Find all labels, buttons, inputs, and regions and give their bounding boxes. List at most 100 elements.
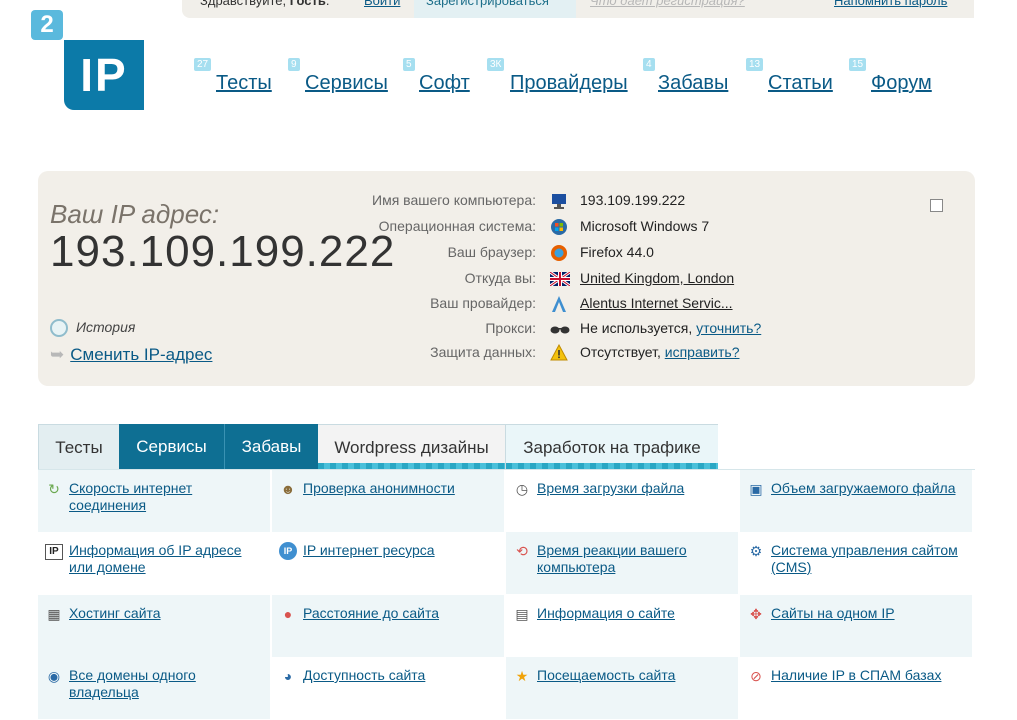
tab-wordpress[interactable]: Wordpress дизайны xyxy=(318,424,505,469)
service-link[interactable]: Информация об IP адресе или домене xyxy=(69,542,241,575)
service-item[interactable]: ⟲ Время реакции вашего компьютера xyxy=(506,532,738,594)
uk-flag-icon xyxy=(549,270,571,288)
pin-icon: ● xyxy=(283,606,293,622)
info-label: Защита данных: xyxy=(430,344,536,360)
history-link[interactable]: История xyxy=(50,319,135,338)
service-link[interactable]: Скорость интернет соединения xyxy=(69,480,192,513)
service-link[interactable]: Время реакции вашего компьютера xyxy=(537,542,687,575)
service-link[interactable]: Доступность сайта xyxy=(303,667,425,683)
nav-count-services: 9 xyxy=(288,58,300,71)
service-item[interactable]: ✥ Сайты на одном IP xyxy=(740,595,972,657)
service-item[interactable]: ▦ Хостинг сайта xyxy=(38,595,270,657)
service-item[interactable]: ↻ Скорость интернет соединения xyxy=(38,470,270,532)
tab-tests[interactable]: Тесты xyxy=(38,424,119,469)
ip-info-icon: IP xyxy=(45,544,63,560)
nav-count-fun: 4 xyxy=(643,58,655,71)
service-item[interactable]: ◉ Все домены одного владельца xyxy=(38,657,270,719)
service-item[interactable]: ▤ Информация о сайте xyxy=(506,595,738,657)
clarify-link[interactable]: уточнить? xyxy=(696,320,761,336)
why-register-link[interactable]: Что дает регистрация? xyxy=(590,0,745,8)
info-label: Прокси: xyxy=(485,320,536,336)
service-link[interactable]: Объем загружаемого файла xyxy=(771,480,956,496)
nav-forum[interactable]: Форум xyxy=(871,72,932,95)
service-item[interactable]: ☻ Проверка анонимности xyxy=(272,470,504,532)
service-link[interactable]: Система управления сайтом (CMS) xyxy=(771,542,958,575)
service-link[interactable]: Наличие IP в СПАМ базах xyxy=(771,667,941,683)
cms-icon: ⚙ xyxy=(749,543,763,559)
warning-icon xyxy=(550,343,568,362)
info-label: Имя вашего компьютера: xyxy=(372,192,536,208)
info-row-protection: Защита данных: Отсутствует, исправить? xyxy=(288,343,948,368)
service-item[interactable]: ● Расстояние до сайта xyxy=(272,595,504,657)
info-row-proxy: Прокси: Не используется, уточнить? xyxy=(288,320,948,344)
sites-icon: ✥ xyxy=(750,606,762,622)
service-link[interactable]: Информация о сайте xyxy=(537,605,675,621)
nav-tests[interactable]: Тесты xyxy=(216,72,272,95)
site-logo[interactable]: 2 IP xyxy=(31,10,145,110)
info-row-location: Откуда вы: United Kingdom, London xyxy=(288,270,948,294)
tab-fun[interactable]: Забавы xyxy=(224,424,318,469)
nav-services[interactable]: Сервисы xyxy=(305,72,388,95)
hosting-icon: ▦ xyxy=(47,606,61,622)
provider-link[interactable]: Alentus Internet Servic... xyxy=(580,295,733,311)
tab-traffic[interactable]: Заработок на трафике xyxy=(505,424,718,469)
remind-password-link[interactable]: Напомнить пароль xyxy=(834,0,947,8)
info-row-provider: Ваш провайдер: Alentus Internet Servic..… xyxy=(288,295,948,319)
service-link[interactable]: Сайты на одном IP xyxy=(771,605,895,621)
anonymous-icon: ☻ xyxy=(280,481,296,497)
service-item[interactable]: IP Информация об IP адресе или домене xyxy=(38,532,270,594)
domains-icon: ◉ xyxy=(47,668,61,684)
service-item[interactable]: ▣ Объем загружаемого файла xyxy=(740,470,972,532)
nav-count-soft: 5 xyxy=(403,58,415,71)
fix-link[interactable]: исправить? xyxy=(665,344,740,360)
service-item[interactable]: ◕ Доступность сайта xyxy=(272,657,504,719)
star-icon: ★ xyxy=(515,668,529,684)
service-link[interactable]: Посещаемость сайта xyxy=(537,667,675,683)
change-ip[interactable]: ➥ Сменить IP-адрес xyxy=(50,345,212,365)
service-item[interactable]: ⊘ Наличие IP в СПАМ базах xyxy=(740,657,972,719)
nav-fun[interactable]: Забавы xyxy=(658,72,728,95)
tab-services[interactable]: Сервисы xyxy=(119,424,224,469)
speed-icon: ↻ xyxy=(48,481,60,497)
computer-icon xyxy=(550,192,568,210)
provider-icon xyxy=(550,295,568,313)
info-value: Microsoft Windows 7 xyxy=(580,218,710,234)
logo-badge: 2 xyxy=(31,10,63,40)
info-row-browser: Ваш браузер: Firefox 44.0 xyxy=(288,244,948,268)
register-button[interactable]: Зарегистрироваться xyxy=(414,0,576,18)
ip-label: Ваш IP адрес: xyxy=(50,199,220,229)
info-row-os: Операционная система: Microsoft Windows … xyxy=(288,218,948,242)
availability-icon: ◕ xyxy=(283,668,293,684)
login-link[interactable]: Войти xyxy=(364,0,400,8)
service-link[interactable]: Все домены одного владельца xyxy=(69,667,196,700)
clock-icon: ◷ xyxy=(515,481,529,497)
nav-count-articles: 13 xyxy=(746,58,764,71)
info-label: Ваш браузер: xyxy=(447,244,536,260)
logo-text: IP xyxy=(64,40,144,110)
service-item[interactable]: IP IP интернет ресурса xyxy=(272,532,504,594)
service-link[interactable]: IP интернет ресурса xyxy=(303,542,435,558)
nav-articles[interactable]: Статьи xyxy=(768,72,833,95)
info-value: Не используется, уточнить? xyxy=(580,320,762,336)
info-row-computer: Имя вашего компьютера: 193.109.199.222 xyxy=(288,192,948,216)
service-item[interactable]: ◷ Время загрузки файла xyxy=(506,470,738,532)
change-ip-link[interactable]: Сменить IP-адрес xyxy=(70,345,212,364)
service-item[interactable]: ★ Посещаемость сайта xyxy=(506,657,738,719)
service-link[interactable]: Время загрузки файла xyxy=(537,480,684,496)
spam-icon: ⊘ xyxy=(750,668,762,684)
ip-info-panel: Ваш IP адрес: 193.109.199.222 История ➥ С… xyxy=(38,171,975,386)
info-label: Ваш провайдер: xyxy=(430,295,536,311)
service-link[interactable]: Хостинг сайта xyxy=(69,605,161,621)
service-link[interactable]: Проверка анонимности xyxy=(303,480,455,496)
glasses-icon xyxy=(550,320,570,338)
info-value: Отсутствует, исправить? xyxy=(580,344,740,360)
location-link[interactable]: United Kingdom, London xyxy=(580,270,734,286)
nav-soft[interactable]: Софт xyxy=(419,72,470,95)
history-icon xyxy=(50,319,68,338)
info-value: Firefox 44.0 xyxy=(580,244,654,260)
nav-count-tests: 27 xyxy=(194,58,212,71)
info-label: Откуда вы: xyxy=(464,270,536,286)
nav-providers[interactable]: Провайдеры xyxy=(510,72,628,95)
service-item[interactable]: ⚙ Система управления сайтом (CMS) xyxy=(740,532,972,594)
service-link[interactable]: Расстояние до сайта xyxy=(303,605,439,621)
